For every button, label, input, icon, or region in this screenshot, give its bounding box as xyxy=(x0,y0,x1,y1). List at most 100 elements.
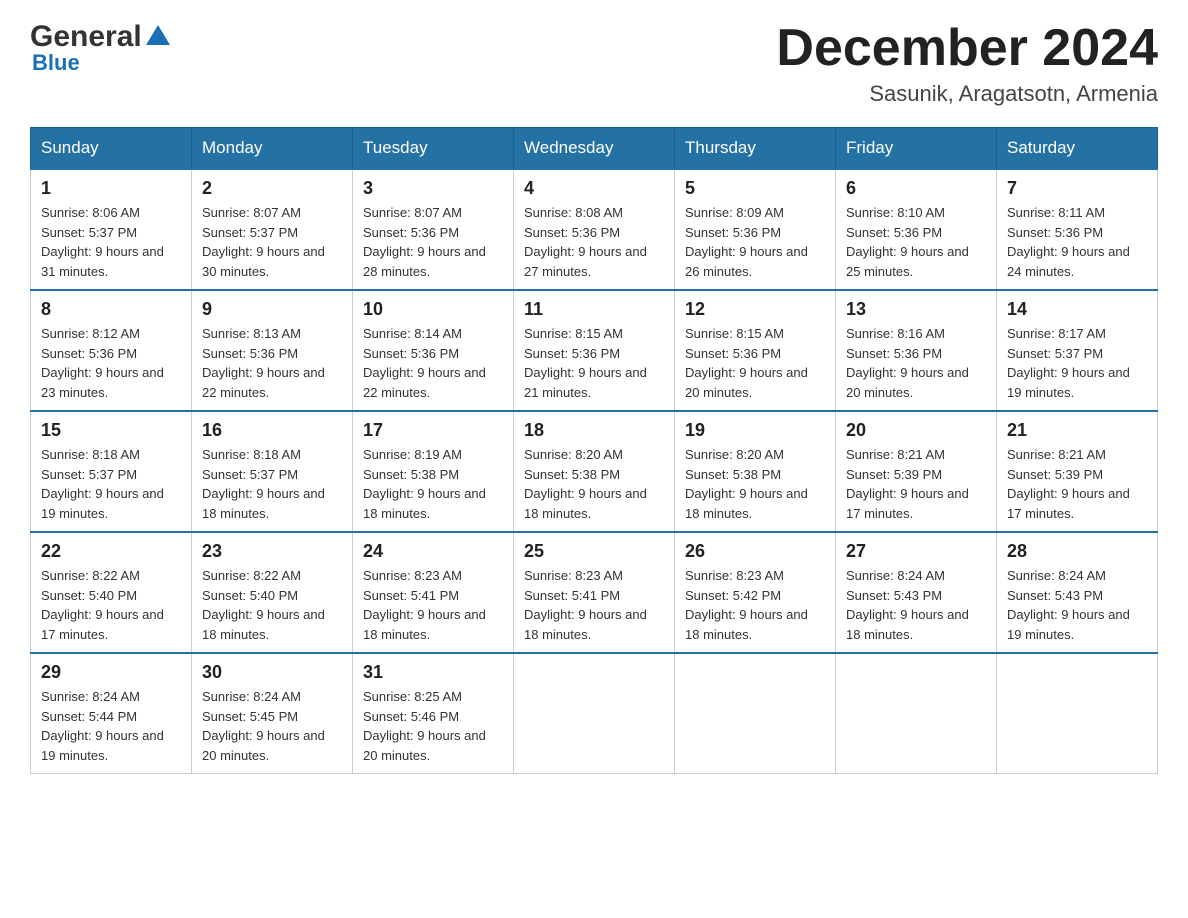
day-info: Sunrise: 8:24 AMSunset: 5:43 PMDaylight:… xyxy=(846,566,986,644)
day-number: 29 xyxy=(41,662,181,683)
title-section: December 2024 Sasunik, Aragatsotn, Armen… xyxy=(776,20,1158,107)
day-info: Sunrise: 8:15 AMSunset: 5:36 PMDaylight:… xyxy=(524,324,664,402)
day-number: 21 xyxy=(1007,420,1147,441)
day-info: Sunrise: 8:16 AMSunset: 5:36 PMDaylight:… xyxy=(846,324,986,402)
day-number: 5 xyxy=(685,178,825,199)
day-info: Sunrise: 8:22 AMSunset: 5:40 PMDaylight:… xyxy=(41,566,181,644)
day-info: Sunrise: 8:18 AMSunset: 5:37 PMDaylight:… xyxy=(41,445,181,523)
day-info: Sunrise: 8:18 AMSunset: 5:37 PMDaylight:… xyxy=(202,445,342,523)
calendar-cell: 5 Sunrise: 8:09 AMSunset: 5:36 PMDaylight… xyxy=(675,169,836,290)
col-header-wednesday: Wednesday xyxy=(514,128,675,170)
day-info: Sunrise: 8:13 AMSunset: 5:36 PMDaylight:… xyxy=(202,324,342,402)
calendar-cell: 25 Sunrise: 8:23 AMSunset: 5:41 PMDayligh… xyxy=(514,532,675,653)
calendar-cell: 20 Sunrise: 8:21 AMSunset: 5:39 PMDayligh… xyxy=(836,411,997,532)
day-info: Sunrise: 8:23 AMSunset: 5:42 PMDaylight:… xyxy=(685,566,825,644)
day-number: 30 xyxy=(202,662,342,683)
col-header-friday: Friday xyxy=(836,128,997,170)
calendar-cell: 31 Sunrise: 8:25 AMSunset: 5:46 PMDayligh… xyxy=(353,653,514,774)
calendar-cell: 19 Sunrise: 8:20 AMSunset: 5:38 PMDayligh… xyxy=(675,411,836,532)
day-info: Sunrise: 8:06 AMSunset: 5:37 PMDaylight:… xyxy=(41,203,181,281)
day-info: Sunrise: 8:20 AMSunset: 5:38 PMDaylight:… xyxy=(524,445,664,523)
calendar-cell: 3Sunrise: 8:07 AMSunset: 5:36 PMDaylight… xyxy=(353,169,514,290)
day-number: 1 xyxy=(41,178,181,199)
day-number: 18 xyxy=(524,420,664,441)
day-info: Sunrise: 8:07 AMSunset: 5:36 PMDaylight:… xyxy=(363,203,503,281)
day-number: 23 xyxy=(202,541,342,562)
calendar-cell: 7 Sunrise: 8:11 AMSunset: 5:36 PMDaylight… xyxy=(997,169,1158,290)
calendar-cell: 9Sunrise: 8:13 AMSunset: 5:36 PMDaylight… xyxy=(192,290,353,411)
day-number: 20 xyxy=(846,420,986,441)
day-number: 17 xyxy=(363,420,503,441)
week-row-1: 1 Sunrise: 8:06 AMSunset: 5:37 PMDaylight… xyxy=(31,169,1158,290)
day-info: Sunrise: 8:07 AMSunset: 5:37 PMDaylight:… xyxy=(202,203,342,281)
week-row-3: 15 Sunrise: 8:18 AMSunset: 5:37 PMDayligh… xyxy=(31,411,1158,532)
calendar-cell xyxy=(675,653,836,774)
calendar-cell: 4 Sunrise: 8:08 AMSunset: 5:36 PMDaylight… xyxy=(514,169,675,290)
day-info: Sunrise: 8:25 AMSunset: 5:46 PMDaylight:… xyxy=(363,687,503,765)
col-header-monday: Monday xyxy=(192,128,353,170)
calendar-table: SundayMondayTuesdayWednesdayThursdayFrid… xyxy=(30,127,1158,774)
logo-blue: Blue xyxy=(32,50,80,76)
calendar-cell: 6 Sunrise: 8:10 AMSunset: 5:36 PMDaylight… xyxy=(836,169,997,290)
week-row-5: 29 Sunrise: 8:24 AMSunset: 5:44 PMDayligh… xyxy=(31,653,1158,774)
calendar-cell xyxy=(997,653,1158,774)
calendar-cell: 24 Sunrise: 8:23 AMSunset: 5:41 PMDayligh… xyxy=(353,532,514,653)
calendar-cell: 17Sunrise: 8:19 AMSunset: 5:38 PMDayligh… xyxy=(353,411,514,532)
day-info: Sunrise: 8:24 AMSunset: 5:44 PMDaylight:… xyxy=(41,687,181,765)
calendar-cell: 16 Sunrise: 8:18 AMSunset: 5:37 PMDayligh… xyxy=(192,411,353,532)
day-number: 15 xyxy=(41,420,181,441)
day-info: Sunrise: 8:11 AMSunset: 5:36 PMDaylight:… xyxy=(1007,203,1147,281)
week-row-4: 22 Sunrise: 8:22 AMSunset: 5:40 PMDayligh… xyxy=(31,532,1158,653)
day-number: 4 xyxy=(524,178,664,199)
calendar-cell: 10 Sunrise: 8:14 AMSunset: 5:36 PMDayligh… xyxy=(353,290,514,411)
col-header-saturday: Saturday xyxy=(997,128,1158,170)
day-number: 26 xyxy=(685,541,825,562)
calendar-cell xyxy=(836,653,997,774)
calendar-cell: 22 Sunrise: 8:22 AMSunset: 5:40 PMDayligh… xyxy=(31,532,192,653)
col-header-thursday: Thursday xyxy=(675,128,836,170)
calendar-cell: 23Sunrise: 8:22 AMSunset: 5:40 PMDayligh… xyxy=(192,532,353,653)
logo-general: General xyxy=(30,20,142,54)
logo: General Blue xyxy=(30,20,172,76)
calendar-cell: 28Sunrise: 8:24 AMSunset: 5:43 PMDayligh… xyxy=(997,532,1158,653)
day-info: Sunrise: 8:10 AMSunset: 5:36 PMDaylight:… xyxy=(846,203,986,281)
day-number: 7 xyxy=(1007,178,1147,199)
calendar-header-row: SundayMondayTuesdayWednesdayThursdayFrid… xyxy=(31,128,1158,170)
day-number: 22 xyxy=(41,541,181,562)
col-header-tuesday: Tuesday xyxy=(353,128,514,170)
calendar-cell: 26 Sunrise: 8:23 AMSunset: 5:42 PMDayligh… xyxy=(675,532,836,653)
day-number: 8 xyxy=(41,299,181,320)
calendar-cell: 14Sunrise: 8:17 AMSunset: 5:37 PMDayligh… xyxy=(997,290,1158,411)
day-info: Sunrise: 8:23 AMSunset: 5:41 PMDaylight:… xyxy=(363,566,503,644)
week-row-2: 8 Sunrise: 8:12 AMSunset: 5:36 PMDaylight… xyxy=(31,290,1158,411)
day-number: 28 xyxy=(1007,541,1147,562)
calendar-cell: 30Sunrise: 8:24 AMSunset: 5:45 PMDayligh… xyxy=(192,653,353,774)
day-info: Sunrise: 8:14 AMSunset: 5:36 PMDaylight:… xyxy=(363,324,503,402)
day-info: Sunrise: 8:21 AMSunset: 5:39 PMDaylight:… xyxy=(846,445,986,523)
day-number: 2 xyxy=(202,178,342,199)
day-info: Sunrise: 8:08 AMSunset: 5:36 PMDaylight:… xyxy=(524,203,664,281)
calendar-cell: 21 Sunrise: 8:21 AMSunset: 5:39 PMDayligh… xyxy=(997,411,1158,532)
day-number: 6 xyxy=(846,178,986,199)
calendar-cell: 27Sunrise: 8:24 AMSunset: 5:43 PMDayligh… xyxy=(836,532,997,653)
calendar-cell: 13 Sunrise: 8:16 AMSunset: 5:36 PMDayligh… xyxy=(836,290,997,411)
page-title: December 2024 xyxy=(776,20,1158,77)
day-info: Sunrise: 8:09 AMSunset: 5:36 PMDaylight:… xyxy=(685,203,825,281)
day-number: 13 xyxy=(846,299,986,320)
calendar-cell: 11Sunrise: 8:15 AMSunset: 5:36 PMDayligh… xyxy=(514,290,675,411)
day-info: Sunrise: 8:20 AMSunset: 5:38 PMDaylight:… xyxy=(685,445,825,523)
day-number: 19 xyxy=(685,420,825,441)
day-number: 16 xyxy=(202,420,342,441)
day-info: Sunrise: 8:21 AMSunset: 5:39 PMDaylight:… xyxy=(1007,445,1147,523)
day-number: 24 xyxy=(363,541,503,562)
day-info: Sunrise: 8:17 AMSunset: 5:37 PMDaylight:… xyxy=(1007,324,1147,402)
day-number: 10 xyxy=(363,299,503,320)
calendar-cell: 15 Sunrise: 8:18 AMSunset: 5:37 PMDayligh… xyxy=(31,411,192,532)
day-info: Sunrise: 8:12 AMSunset: 5:36 PMDaylight:… xyxy=(41,324,181,402)
day-info: Sunrise: 8:23 AMSunset: 5:41 PMDaylight:… xyxy=(524,566,664,644)
calendar-cell: 29 Sunrise: 8:24 AMSunset: 5:44 PMDayligh… xyxy=(31,653,192,774)
day-number: 31 xyxy=(363,662,503,683)
calendar-cell: 2 Sunrise: 8:07 AMSunset: 5:37 PMDaylight… xyxy=(192,169,353,290)
day-number: 25 xyxy=(524,541,664,562)
calendar-cell: 18 Sunrise: 8:20 AMSunset: 5:38 PMDayligh… xyxy=(514,411,675,532)
